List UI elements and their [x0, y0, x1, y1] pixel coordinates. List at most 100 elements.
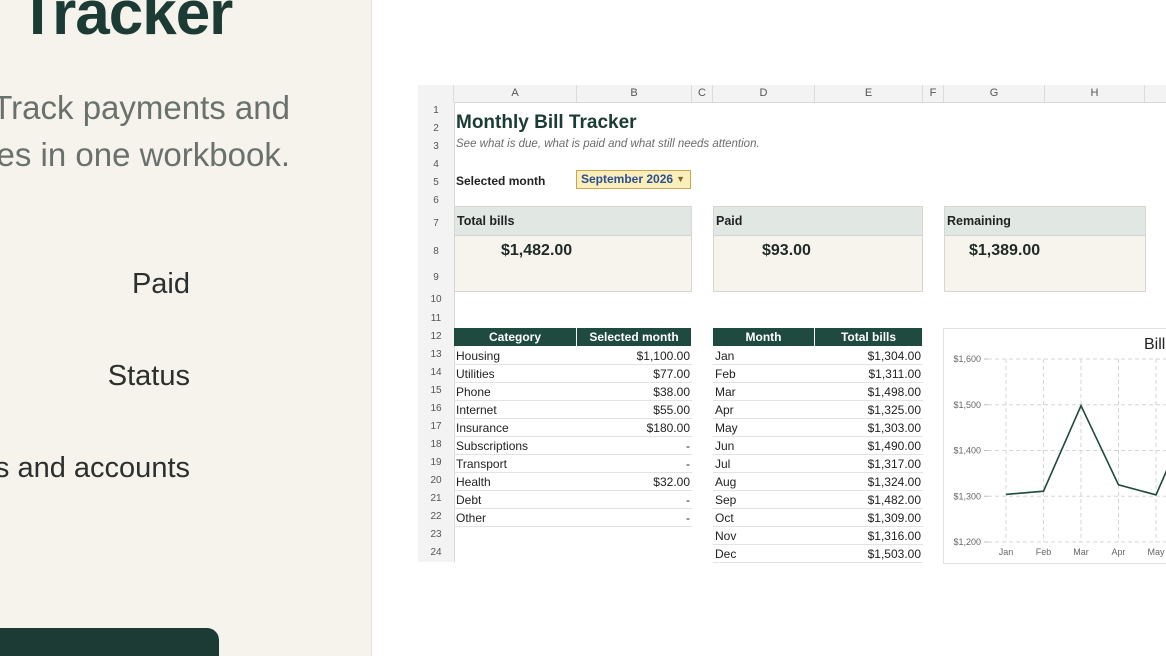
- row-header[interactable]: 9: [418, 266, 454, 290]
- table-cell[interactable]: Utilities: [456, 365, 495, 383]
- column-header[interactable]: F: [923, 85, 944, 102]
- table-cell[interactable]: $1,311.00: [869, 365, 922, 383]
- table-row[interactable]: Housing $1,100.00: [454, 347, 692, 365]
- table-cell[interactable]: Other: [456, 509, 486, 527]
- table-cell[interactable]: $1,325.00: [868, 401, 921, 419]
- table-cell[interactable]: Phone: [456, 383, 491, 401]
- table-cell[interactable]: Apr: [715, 401, 734, 419]
- column-header[interactable]: G: [944, 85, 1045, 102]
- table-cell[interactable]: Dec: [715, 545, 736, 563]
- row-header[interactable]: 24: [418, 544, 454, 562]
- row-header[interactable]: 6: [418, 192, 454, 210]
- table-row[interactable]: Nov $1,316.00: [713, 527, 923, 545]
- table-row[interactable]: May $1,303.00: [713, 419, 923, 437]
- selected-month-label[interactable]: Selected month: [456, 174, 545, 188]
- row-header[interactable]: 3: [418, 138, 454, 156]
- table-row[interactable]: Mar $1,498.00: [713, 383, 923, 401]
- table-cell[interactable]: Sep: [715, 491, 736, 509]
- table-row[interactable]: Subscriptions -: [454, 437, 692, 455]
- row-header[interactable]: 7: [418, 210, 454, 238]
- table-row[interactable]: Feb $1,311.00: [713, 365, 923, 383]
- selected-month-dropdown[interactable]: September 2026 ▼: [576, 170, 691, 189]
- table-cell[interactable]: Mar: [715, 383, 736, 401]
- table-cell[interactable]: Transport: [456, 455, 507, 473]
- table-cell[interactable]: -: [686, 491, 690, 509]
- sheet-title[interactable]: Monthly Bill Tracker: [456, 112, 637, 134]
- row-header[interactable]: 4: [418, 156, 454, 174]
- table-cell[interactable]: Nov: [715, 527, 736, 545]
- column-header[interactable]: C: [692, 85, 713, 102]
- table-cell[interactable]: $1,317.00: [868, 455, 921, 473]
- table-cell[interactable]: $1,304.00: [868, 347, 921, 365]
- table-cell[interactable]: $55.00: [653, 401, 690, 419]
- table-cell[interactable]: $1,503.00: [868, 545, 921, 563]
- paid-card[interactable]: Paid $93.00: [713, 206, 923, 292]
- table-row[interactable]: Jul $1,317.00: [713, 455, 923, 473]
- table-header-category[interactable]: Category: [454, 328, 577, 346]
- table-cell[interactable]: Oct: [715, 509, 734, 527]
- table-row[interactable]: Internet $55.00: [454, 401, 692, 419]
- table-row[interactable]: Other -: [454, 509, 692, 527]
- row-header[interactable]: 10: [418, 290, 454, 310]
- table-cell[interactable]: Subscriptions: [456, 437, 528, 455]
- row-header[interactable]: 5: [418, 174, 454, 192]
- chevron-down-icon[interactable]: ▼: [676, 171, 685, 188]
- table-cell[interactable]: Insurance: [456, 419, 509, 437]
- table-header-month[interactable]: Month: [713, 328, 815, 346]
- table-cell[interactable]: -: [686, 455, 690, 473]
- cta-button[interactable]: [0, 628, 219, 656]
- table-cell[interactable]: Housing: [456, 347, 500, 365]
- row-header[interactable]: 21: [418, 490, 454, 508]
- table-header-selected-month[interactable]: Selected month: [577, 328, 692, 346]
- row-header[interactable]: 18: [418, 436, 454, 454]
- table-row[interactable]: Insurance $180.00: [454, 419, 692, 437]
- table-cell[interactable]: $1,303.00: [868, 419, 921, 437]
- table-cell[interactable]: $1,316.00: [868, 527, 921, 545]
- row-header[interactable]: 22: [418, 508, 454, 526]
- table-cell[interactable]: Jul: [715, 455, 730, 473]
- row-header[interactable]: 1: [418, 102, 454, 120]
- total-bills-card[interactable]: Total bills $1,482.00: [454, 206, 692, 292]
- table-cell[interactable]: $38.00: [653, 383, 690, 401]
- table-row[interactable]: Health $32.00: [454, 473, 692, 491]
- table-row[interactable]: Dec $1,503.00: [713, 545, 923, 563]
- table-cell[interactable]: Jun: [715, 437, 734, 455]
- table-cell[interactable]: $32.00: [653, 473, 690, 491]
- table-row[interactable]: Utilities $77.00: [454, 365, 692, 383]
- table-row[interactable]: Phone $38.00: [454, 383, 692, 401]
- row-header[interactable]: 2: [418, 120, 454, 138]
- table-cell[interactable]: Aug: [715, 473, 736, 491]
- table-cell[interactable]: Health: [456, 473, 491, 491]
- table-row[interactable]: Jan $1,304.00: [713, 347, 923, 365]
- row-header[interactable]: 12: [418, 328, 454, 346]
- row-header[interactable]: 8: [418, 238, 454, 266]
- table-cell[interactable]: Internet: [456, 401, 497, 419]
- table-row[interactable]: Transport -: [454, 455, 692, 473]
- column-header[interactable]: E: [815, 85, 923, 102]
- table-cell[interactable]: -: [686, 437, 690, 455]
- row-header[interactable]: 20: [418, 472, 454, 490]
- table-cell[interactable]: Feb: [715, 365, 736, 383]
- row-header[interactable]: 23: [418, 526, 454, 544]
- table-header-total-bills[interactable]: Total bills: [815, 328, 923, 346]
- bills-line-chart[interactable]: $1,200 $1,300 $1,400 $1,500 $1,600 Jan Feb Mar A…: [943, 328, 1166, 564]
- table-cell[interactable]: $1,490.00: [868, 437, 921, 455]
- table-cell[interactable]: $1,498.00: [868, 383, 921, 401]
- column-header[interactable]: D: [713, 85, 815, 102]
- row-header[interactable]: 11: [418, 310, 454, 328]
- table-row[interactable]: Apr $1,325.00: [713, 401, 923, 419]
- table-cell[interactable]: May: [715, 419, 738, 437]
- table-row[interactable]: Debt -: [454, 491, 692, 509]
- remaining-card[interactable]: Remaining $1,389.00: [944, 206, 1146, 292]
- table-cell[interactable]: Jan: [715, 347, 734, 365]
- table-row[interactable]: Jun $1,490.00: [713, 437, 923, 455]
- table-cell[interactable]: Debt: [456, 491, 481, 509]
- table-cell[interactable]: $180.00: [647, 419, 690, 437]
- row-header[interactable]: 14: [418, 364, 454, 382]
- row-header[interactable]: 13: [418, 346, 454, 364]
- column-header[interactable]: A: [454, 85, 577, 102]
- table-cell[interactable]: $77.00: [653, 365, 690, 383]
- table-cell[interactable]: $1,309.00: [868, 509, 921, 527]
- row-header[interactable]: 17: [418, 418, 454, 436]
- table-row[interactable]: Sep $1,482.00: [713, 491, 923, 509]
